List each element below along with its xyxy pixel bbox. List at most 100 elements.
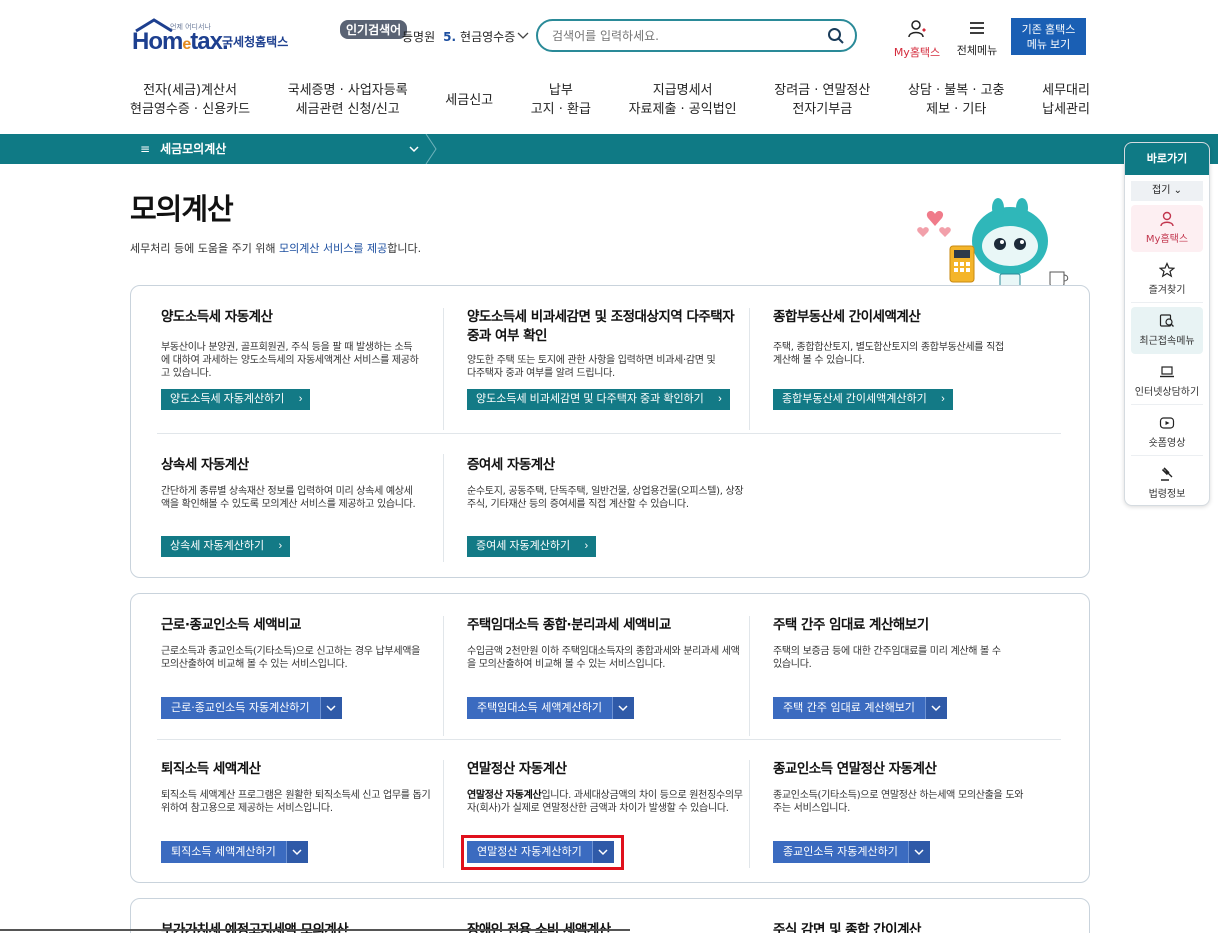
card-description: 양도한 주택 또는 토지에 관한 사항을 입력하면 비과세·감면 및 다주택자 … [467, 355, 716, 379]
all-menu-button[interactable]: 전체메뉴 [952, 20, 1002, 58]
calculator-group-other: 부가가치세 예정고지세액 모의계산 장애인 전용 소비 세액계산 주식 감면 및… [130, 898, 1090, 933]
quick-short-video[interactable]: 숏폼영상 [1131, 409, 1203, 456]
chevron-right-icon: › [278, 540, 283, 552]
housing-rental-calc-button[interactable]: 주택임대소득 세액계산하기 [467, 697, 634, 719]
quick-links-fold-button[interactable]: 접기 ⌄ [1131, 181, 1203, 201]
quick-online-consult[interactable]: 인터넷상담하기 [1131, 358, 1203, 405]
search-box [536, 19, 857, 52]
chevron-down-icon[interactable] [611, 697, 634, 719]
gnb-item[interactable]: 세무대리 납세관리 [1042, 80, 1090, 120]
chevron-down-icon[interactable] [285, 841, 308, 863]
quick-my-hometax[interactable]: My홈택스 [1131, 205, 1203, 252]
recent-search-icon [1159, 314, 1174, 327]
chevron-down-icon[interactable] [924, 697, 947, 719]
logo-brand: Hometax. [132, 28, 229, 55]
card-partial: 부가가치세 예정고지세액 모의계산 [161, 922, 349, 933]
hamburger-icon [970, 22, 984, 34]
card-description: 종교인소득(기타소득)으로 연말정산 하는세액 모의산출을 도와주는 서비스입니… [773, 790, 1024, 814]
popular-search-badge: 인기검색어 [340, 20, 408, 39]
breadcrumb[interactable]: ≡ 세금모의계산 [130, 134, 430, 164]
card-description: 연말정산 자동계산입니다. 과세대상금액의 차이 등으로 원천징수의무자(회사)… [467, 790, 743, 814]
card-deemed-rent: 주택 간주 임대료 계산해보기 주택의 보증금 등에 대한 간주임대료를 미리 … [773, 616, 1033, 671]
card-gift-tax: 증여세 자동계산 순수토지, 공동주택, 단독주택, 일반건물, 상업용건물(오… [467, 456, 757, 511]
gnb-item[interactable]: 상담 · 불복 · 고충 제보 · 기타 [908, 80, 1005, 120]
laptop-icon [1160, 366, 1174, 378]
gnb-item[interactable]: 지급명세서 자료제출 · 공익법인 [629, 80, 737, 120]
gnb-item[interactable]: 세금신고 [445, 80, 493, 120]
card-title: 상속세 자동계산 [161, 457, 249, 473]
star-icon [1159, 262, 1175, 278]
deemed-rent-calc-button[interactable]: 주택 간주 임대료 계산해보기 [773, 697, 947, 719]
gnb-item[interactable]: 국세증명 · 사업자등록 세금관련 신청/신고 [288, 80, 408, 120]
card-partial: 장애인 전용 소비 세액계산 [467, 922, 611, 933]
card-religious-year-end: 종교인소득 연말정산 자동계산 종교인소득(기타소득)으로 연말정산 하는세액 … [773, 760, 1043, 815]
card-title: 근로·종교인소득 세액비교 [161, 617, 301, 633]
mascot-illustration [917, 198, 1069, 289]
quick-recent-menu[interactable]: 최근접속메뉴 [1131, 307, 1203, 354]
page-title: 모의계산 [130, 192, 234, 226]
person-icon [908, 20, 926, 38]
religious-year-end-calc-button[interactable]: 종교인소득 자동계산하기 [773, 841, 930, 863]
card-title: 종교인소득 연말정산 자동계산 [773, 761, 937, 777]
person-icon [1160, 211, 1174, 227]
scrollbar-track [0, 929, 630, 931]
legacy-menu-button[interactable]: 기존 홈택스 메뉴 보기 [1011, 18, 1086, 55]
card-capital-gains-exemption: 양도소득세 비과세감면 및 조정대상지역 다주택자 중과 여부 확인 양도한 주… [467, 308, 737, 380]
highlight-box [461, 835, 624, 870]
card-description: 주택의 보증금 등에 대한 간주임대료를 미리 계산해 볼 수 있습니다. [773, 646, 1001, 670]
chevron-down-icon[interactable] [319, 697, 342, 719]
comprehensive-property-calc-button[interactable]: 종합부동산세 간이세액계산하기 › [773, 389, 953, 410]
card-title: 양도소득세 자동계산 [161, 309, 273, 325]
card-title: 주택 간주 임대료 계산해보기 [773, 617, 929, 633]
breadcrumb-divider [425, 134, 437, 164]
my-hometax-link[interactable]: My홈택스 [890, 20, 944, 60]
wage-religious-calc-button[interactable]: 근로·종교인소득 자동계산하기 [161, 697, 342, 719]
chevron-right-icon: › [298, 393, 303, 405]
chevron-down-icon[interactable] [516, 28, 530, 42]
card-inheritance-tax: 상속세 자동계산 간단하게 종류별 상속재산 정보를 입력하여 미리 상속세 예… [161, 456, 421, 511]
card-title: 주택임대소득 종합·분리과세 세액비교 [467, 617, 671, 633]
quick-links-panel: 바로가기 접기 ⌄ My홈택스 즐겨찾기 최근접속메뉴 인터넷상담하기 숏폼영상… [1124, 142, 1210, 506]
card-year-end-settlement: 연말정산 자동계산 연말정산 자동계산입니다. 과세대상금액의 차이 등으로 원… [467, 760, 747, 815]
quick-favorites[interactable]: 즐겨찾기 [1131, 256, 1203, 303]
gift-tax-calc-button[interactable]: 증여세 자동계산하기 › [467, 536, 597, 557]
calculator-group-property: 양도소득세 자동계산 부동산이나 분양권, 골프회원권, 주식 등을 팔 때 발… [130, 285, 1090, 578]
card-description: 주택, 종합합산토지, 별도합산토지의 종합부동산세를 직접 계산해 볼 수 있… [773, 342, 1004, 366]
retirement-calc-button[interactable]: 퇴직소득 세액계산하기 [161, 841, 308, 863]
chevron-down-icon: ⌄ [1173, 185, 1182, 196]
card-description: 순수토지, 공동주택, 단독주택, 일반건물, 상업용건물(오피스텔), 상장주… [467, 486, 744, 510]
chevron-right-icon: › [941, 393, 945, 405]
chevron-right-icon: › [584, 540, 589, 552]
card-partial: 주식 감면 및 종합 간이계산 [773, 922, 921, 933]
capital-gains-exemption-button[interactable]: 양도소득세 비과세감면 및 다주택자 중과 확인하기 › [467, 389, 730, 410]
search-icon[interactable] [827, 27, 845, 45]
card-description: 퇴직소득 세액계산 프로그램은 원활한 퇴직소득세 신고 업무를 돕기 위하여 … [161, 790, 431, 814]
gnb-item[interactable]: 전자(세금)계산서 현금영수증 · 신용카드 [130, 80, 250, 120]
card-retirement-income: 퇴직소득 세액계산 퇴직소득 세액계산 프로그램은 원활한 퇴직소득세 신고 업… [161, 760, 436, 815]
page-description: 세무처리 등에 도움을 주기 위해 모의계산 서비스를 제공합니다. [130, 242, 422, 255]
card-comprehensive-property-tax: 종합부동산세 간이세액계산 주택, 종합합산토지, 별도합산토지의 종합부동산세… [773, 308, 1033, 367]
quick-law-info[interactable]: 법령정보 [1131, 460, 1203, 505]
card-title: 종합부동산세 간이세액계산 [773, 309, 921, 325]
hamburger-icon: ≡ [140, 142, 151, 156]
chevron-down-icon[interactable] [907, 841, 930, 863]
chevron-down-icon[interactable] [408, 143, 420, 155]
popular-search-ticker[interactable]: 등명원 5. 현금영수증 [402, 28, 524, 45]
card-housing-rental-compare: 주택임대소득 종합·분리과세 세액비교 수입금액 2천만원 이하 주택임대소득자… [467, 616, 752, 671]
card-description: 부동산이나 분양권, 골프회원권, 주식 등을 팔 때 발생하는 소득에 대하여… [161, 342, 419, 379]
hometax-logo[interactable]: 언제 어디서나 Hometax. 국세청홈택스 [130, 18, 300, 58]
breadcrumb-bar: ≡ 세금모의계산 [0, 134, 1218, 164]
card-title: 증여세 자동계산 [467, 457, 555, 473]
search-input[interactable] [552, 27, 822, 45]
card-description: 수입금액 2천만원 이하 주택임대소득자의 종합과세와 분리과세 세액을 모의산… [467, 646, 740, 670]
gnb-item[interactable]: 장려금 · 연말정산 전자기부금 [774, 80, 870, 120]
gnb-item[interactable]: 납부 고지 · 환급 [531, 80, 591, 120]
card-description: 근로소득과 종교인소득(기타소득)으로 신고하는 경우 납부세액을 모의산출하여… [161, 646, 421, 670]
inheritance-calc-button[interactable]: 상속세 자동계산하기 › [161, 536, 291, 557]
card-description: 간단하게 종류별 상속재산 정보를 입력하여 미리 상속세 예상세액을 확인해볼… [161, 486, 416, 510]
gavel-icon [1161, 467, 1173, 481]
capital-gains-calc-button[interactable]: 양도소득세 자동계산하기 › [161, 389, 311, 410]
site-header: 언제 어디서나 Hometax. 국세청홈택스 인기검색어 등명원 5. 현금영수증… [0, 0, 1218, 134]
card-wage-religious-compare: 근로·종교인소득 세액비교 근로소득과 종교인소득(기타소득)으로 신고하는 경… [161, 616, 431, 671]
card-title: 퇴직소득 세액계산 [161, 761, 261, 777]
